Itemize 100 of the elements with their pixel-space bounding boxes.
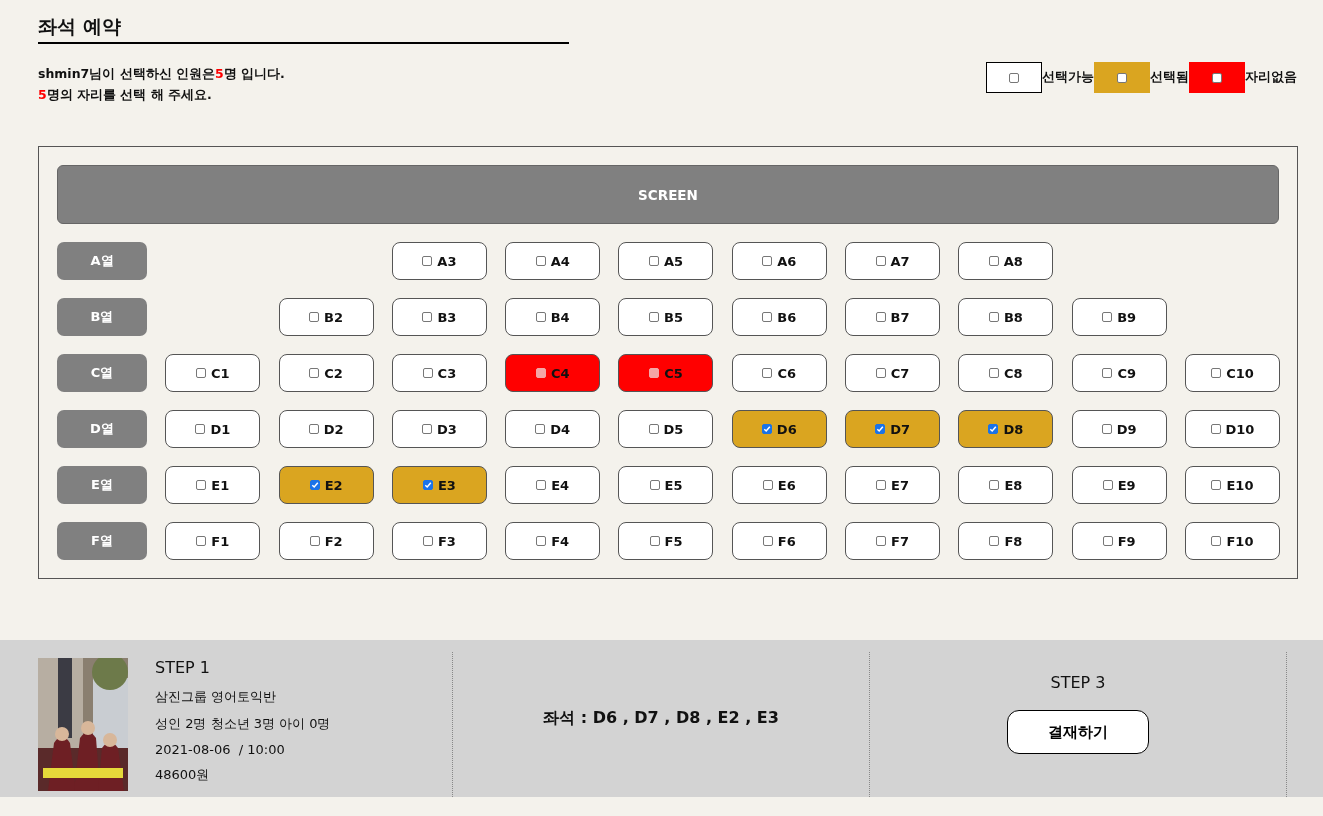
seat-checkbox — [309, 480, 320, 490]
seat-button[interactable]: B3 — [391, 298, 487, 336]
seat-checkbox — [421, 424, 432, 434]
seat-checkbox — [309, 312, 320, 322]
seat-button[interactable]: C7 — [845, 354, 941, 392]
seat-button[interactable]: C9 — [1071, 354, 1167, 392]
seat-button[interactable]: C6 — [731, 354, 827, 392]
seat-button[interactable]: F1 — [165, 522, 261, 560]
seat-checkbox — [422, 536, 433, 546]
seat-checkbox — [875, 424, 886, 434]
seat-checkbox — [649, 536, 660, 546]
legend-label: 선택됨 — [1150, 69, 1189, 86]
seat-button[interactable]: F5 — [618, 522, 714, 560]
seat-checkbox — [196, 368, 206, 378]
seat-button[interactable]: D4 — [505, 410, 601, 448]
seat-button[interactable]: A8 — [958, 242, 1054, 280]
seat-checkbox — [422, 368, 433, 378]
seat-button[interactable]: C3 — [391, 354, 487, 392]
seat-checkbox — [649, 480, 660, 490]
seat-checkbox — [875, 312, 886, 322]
legend-label: 자리없음 — [1245, 69, 1297, 86]
seat-button[interactable]: F7 — [845, 522, 941, 560]
seat-button[interactable]: E10 — [1184, 466, 1280, 504]
seat-button[interactable]: E5 — [618, 466, 714, 504]
seat-button[interactable]: D6 — [731, 410, 827, 448]
seat-checkbox — [989, 480, 1000, 490]
seat-button[interactable]: A7 — [845, 242, 941, 280]
seat-checkbox — [196, 536, 207, 546]
seat-checkbox — [422, 256, 433, 266]
seat-button[interactable]: B2 — [278, 298, 374, 336]
seat-button[interactable]: D9 — [1071, 410, 1167, 448]
row-label: C열 — [57, 354, 147, 392]
seat-checkbox — [422, 480, 433, 490]
seat-checkbox — [1211, 536, 1222, 546]
seat-button[interactable]: F2 — [278, 522, 374, 560]
seat-button[interactable]: A4 — [505, 242, 601, 280]
seat-checkbox — [875, 256, 886, 266]
seat-checkbox — [196, 480, 207, 490]
seat-checkbox — [535, 312, 546, 322]
seat-button[interactable]: D5 — [618, 410, 714, 448]
pay-button[interactable]: 결재하기 — [1007, 710, 1149, 754]
seat-button[interactable]: C8 — [958, 354, 1054, 392]
seat-button[interactable]: C10 — [1184, 354, 1280, 392]
seat-button[interactable]: F4 — [505, 522, 601, 560]
seat-button[interactable]: A3 — [391, 242, 487, 280]
instruction-text: 5명의 자리를 선택 해 주세요. — [38, 87, 213, 104]
seat-checkbox — [648, 256, 659, 266]
seat-button[interactable]: B5 — [618, 298, 714, 336]
seat-button[interactable]: A6 — [731, 242, 827, 280]
row-label: D열 — [57, 410, 147, 448]
seat-button[interactable]: D2 — [278, 410, 374, 448]
row-label: B열 — [57, 298, 147, 336]
seat-checkbox — [648, 424, 659, 434]
seat-checkbox — [1102, 536, 1113, 546]
seat-button[interactable]: C2 — [278, 354, 374, 392]
seat-checkbox — [535, 424, 546, 434]
seat-checkbox — [762, 368, 773, 378]
seat-button[interactable]: D1 — [165, 410, 261, 448]
seat-button[interactable]: C1 — [165, 354, 261, 392]
seat-button[interactable]: B7 — [845, 298, 941, 336]
step-title: STEP 3 — [1050, 673, 1106, 692]
seat-checkbox — [422, 312, 433, 322]
seat-button[interactable]: E4 — [505, 466, 601, 504]
seat-button[interactable]: A5 — [618, 242, 714, 280]
seat-button[interactable]: F10 — [1184, 522, 1280, 560]
seat-button[interactable]: B8 — [958, 298, 1054, 336]
row-label: E열 — [57, 466, 147, 504]
seat-button[interactable]: E1 — [165, 466, 261, 504]
seat-checkbox — [309, 536, 320, 546]
seat-checkbox — [762, 536, 773, 546]
seat-button[interactable]: E7 — [845, 466, 941, 504]
seat-button[interactable]: F9 — [1071, 522, 1167, 560]
seat-button[interactable]: F3 — [391, 522, 487, 560]
seat-button[interactable]: B4 — [505, 298, 601, 336]
screen-bar: SCREEN — [57, 165, 1279, 224]
seat-checkbox — [536, 536, 547, 546]
seat-checkbox — [762, 256, 773, 266]
people-count: 성인 2명 청소년 3명 아이 0명 — [155, 714, 331, 733]
seat-button[interactable]: D3 — [391, 410, 487, 448]
seat-button[interactable]: D7 — [845, 410, 941, 448]
seat-button[interactable]: D10 — [1184, 410, 1280, 448]
seat-checkbox — [876, 480, 887, 490]
date-time: 2021-08-06 / 10:00 — [155, 741, 286, 757]
price: 48600원 — [155, 765, 211, 784]
seat-button[interactable]: E8 — [958, 466, 1054, 504]
seat-button[interactable]: D8 — [958, 410, 1054, 448]
seat-button[interactable]: E9 — [1071, 466, 1167, 504]
seat-button[interactable]: F8 — [958, 522, 1054, 560]
seat-button[interactable]: E6 — [731, 466, 827, 504]
seat-checkbox — [1211, 368, 1222, 378]
seat-button[interactable]: F6 — [731, 522, 827, 560]
seat-checkbox — [762, 312, 773, 322]
seat-checkbox — [535, 368, 546, 378]
seat-checkbox — [1102, 312, 1113, 322]
seat-checkbox — [762, 480, 773, 490]
seat-button[interactable]: B9 — [1071, 298, 1167, 336]
seat-button[interactable]: B6 — [731, 298, 827, 336]
seat-button[interactable]: E2 — [278, 466, 374, 504]
seat-button[interactable]: E3 — [391, 466, 487, 504]
seat-checkbox — [536, 480, 547, 490]
